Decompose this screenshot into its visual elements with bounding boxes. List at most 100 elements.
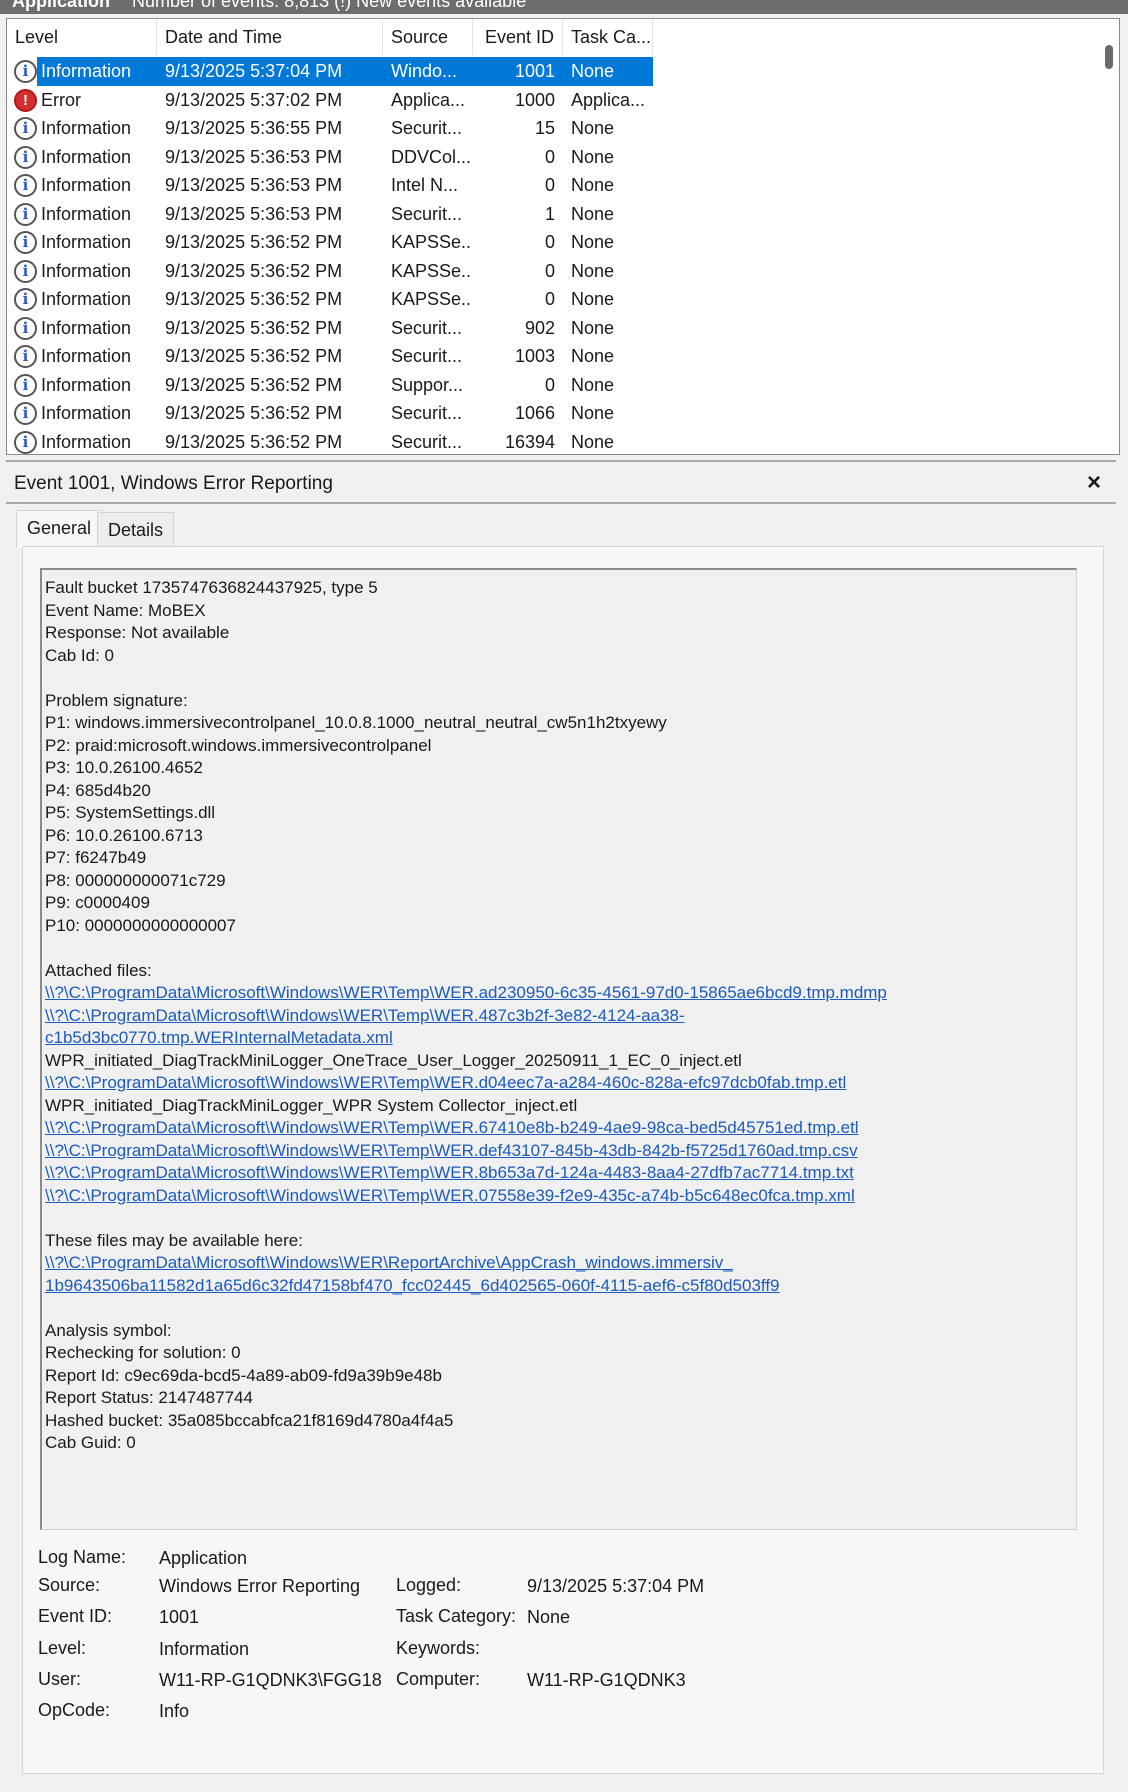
source-cell: KAPSSe... [391, 260, 471, 281]
file-path-link[interactable]: \\?\C:\ProgramData\Microsoft\Windows\WER… [45, 1005, 1076, 1028]
event-id-cell: 1066 [514, 403, 555, 423]
source-cell: Securit... [391, 431, 463, 452]
file-path-link[interactable]: \\?\C:\ProgramData\Microsoft\Windows\WER… [45, 1252, 1076, 1275]
datetime-cell: 9/13/2025 5:36:53 PM [165, 146, 343, 167]
level-cell: Information [41, 203, 132, 224]
event-id-cell: 0 [544, 260, 555, 281]
event-description-box[interactable]: Fault bucket 1735747636824437925, type 5… [40, 568, 1077, 1530]
task-category-cell: None [571, 232, 615, 252]
description-line [45, 667, 1076, 690]
close-icon[interactable]: × [1082, 471, 1106, 496]
datetime-cell: 9/13/2025 5:36:52 PM [165, 431, 343, 452]
table-row[interactable]: i Information 9/13/2025 5:36:55 PM Securit.… [7, 114, 653, 143]
opcode-label: OpCode: [38, 1700, 111, 1720]
file-path-link[interactable]: \\?\C:\ProgramData\Microsoft\Windows\WER… [45, 1140, 1076, 1163]
list-header: Level Date and Time Source Event ID Task… [7, 19, 653, 55]
task-category-cell: None [571, 346, 615, 366]
datetime-cell: 9/13/2025 5:36:52 PM [165, 346, 343, 366]
file-path-link[interactable]: \\?\C:\ProgramData\Microsoft\Windows\WER… [45, 982, 1076, 1005]
event-id-label: Event ID: [38, 1606, 113, 1626]
table-row[interactable]: i Information 9/13/2025 5:36:52 PM Securit.… [7, 428, 653, 455]
task-category-cell: None [571, 289, 615, 309]
table-row[interactable]: i Information 9/13/2025 5:36:52 PM Securit.… [7, 314, 653, 343]
opcode-value: Info [159, 1701, 190, 1721]
table-row[interactable]: i Information 9/13/2025 5:36:53 PM DDVCol..… [7, 143, 653, 172]
event-id-value: 1001 [159, 1607, 200, 1627]
table-row[interactable]: i Information 9/13/2025 5:37:04 PM Windo...… [7, 57, 653, 86]
source-cell: KAPSSe... [391, 289, 471, 309]
table-row[interactable]: i Information 9/13/2025 5:36:52 PM KAPSSe..… [7, 257, 653, 286]
description-line: P5: SystemSettings.dll [45, 803, 216, 822]
file-path-link[interactable]: c1b5d3bc0770.tmp.WERInternalMetadata.xml [45, 1027, 1076, 1050]
event-count-text: Number of events: 8,813 (!) New events a… [132, 0, 527, 11]
tab-general[interactable]: General [16, 510, 103, 548]
event-id-cell: 902 [524, 317, 555, 338]
file-path-link[interactable]: 1b9643506ba11582d1a65d6c32fd47158bf470_f… [45, 1275, 1076, 1298]
log-name-value: Application [159, 1548, 248, 1568]
task-category-cell: None [571, 61, 615, 81]
description-line: These files may be available here: [45, 1230, 303, 1250]
info-icon: i [14, 316, 37, 340]
info-icon: i [14, 430, 37, 454]
file-path-link[interactable]: \\?\C:\ProgramData\Microsoft\Windows\WER… [45, 1117, 1076, 1140]
logged-value: 9/13/2025 5:37:04 PM [527, 1576, 705, 1596]
datetime-cell: 9/13/2025 5:36:52 PM [165, 232, 343, 252]
list-scrollbar-thumb[interactable] [1105, 45, 1113, 69]
keywords-label: Keywords: [396, 1638, 481, 1658]
task-category-cell: None [571, 431, 615, 452]
event-id-cell: 0 [544, 289, 555, 309]
description-line: Analysis symbol: [45, 1320, 172, 1340]
tab-details[interactable]: Details [97, 512, 175, 548]
level-value: Information [159, 1639, 250, 1659]
column-header-date-time[interactable]: Date and Time [157, 19, 383, 55]
detail-title: Event 1001, Windows Error Reporting [14, 473, 333, 494]
description-line: Hashed bucket: 35a085bccabfca21f8169d478… [45, 1410, 454, 1430]
description-line: P7: f6247b49 [45, 848, 147, 867]
table-row[interactable]: i Information 9/13/2025 5:36:52 PM KAPSSe..… [7, 228, 653, 257]
file-path-link[interactable]: \\?\C:\ProgramData\Microsoft\Windows\WER… [45, 1162, 1076, 1185]
event-id-cell: 0 [544, 175, 555, 195]
description-line: WPR_initiated_DiagTrackMiniLogger_OneTra… [45, 1050, 742, 1070]
table-row[interactable]: ! Error 9/13/2025 5:37:02 PM Applica... 1000… [7, 86, 653, 115]
description-line: Problem signature: [45, 690, 188, 710]
description-line: P8: 000000000071c729 [45, 870, 226, 890]
task-category-cell: None [571, 374, 615, 395]
source-cell: Intel N... [391, 175, 459, 195]
source-cell: Securit... [391, 403, 463, 423]
event-properties: Log Name: Application Source: Windows Er… [23, 1537, 1105, 1767]
source-cell: Suppor... [391, 374, 464, 395]
source-cell: Windo... [391, 61, 458, 81]
description-line: Response: Not available [45, 623, 230, 642]
description-line: Rechecking for solution: 0 [45, 1343, 241, 1362]
description-line: Attached files: [45, 960, 152, 980]
info-icon: i [14, 60, 37, 83]
column-header-level[interactable]: Level [7, 19, 157, 55]
level-cell: Information [41, 403, 132, 423]
task-category-cell: None [571, 203, 615, 224]
column-header-source[interactable]: Source [383, 19, 473, 55]
table-row[interactable]: i Information 9/13/2025 5:36:53 PM Securit.… [7, 200, 653, 229]
error-icon: ! [14, 88, 37, 112]
datetime-cell: 9/13/2025 5:36:52 PM [165, 260, 343, 281]
table-row[interactable]: i Information 9/13/2025 5:36:53 PM Intel N.… [7, 171, 653, 200]
level-cell: Information [41, 346, 132, 366]
description-line: P2: praid:microsoft.windows.immersivecon… [45, 735, 432, 755]
description-line: Cab Guid: 0 [45, 1433, 136, 1452]
column-header-task-category[interactable]: Task Ca... [563, 19, 653, 55]
user-label: User: [38, 1669, 82, 1689]
source-cell: Securit... [391, 118, 463, 138]
info-icon: i [14, 402, 37, 425]
task-category-cell: None [571, 317, 615, 338]
file-path-link[interactable]: \\?\C:\ProgramData\Microsoft\Windows\WER… [45, 1185, 1076, 1208]
description-line [45, 1297, 1076, 1320]
table-row[interactable]: i Information 9/13/2025 5:36:52 PM Suppor..… [7, 371, 653, 400]
table-row[interactable]: i Information 9/13/2025 5:36:52 PM Securit.… [7, 342, 653, 371]
computer-value: W11-RP-G1QDNK3 [527, 1670, 686, 1690]
table-row[interactable]: i Information 9/13/2025 5:36:52 PM Securit.… [7, 399, 653, 428]
column-header-event-id[interactable]: Event ID [473, 19, 563, 55]
file-path-link[interactable]: \\?\C:\ProgramData\Microsoft\Windows\WER… [45, 1072, 1076, 1095]
info-icon: i [14, 145, 37, 169]
event-list[interactable]: Level Date and Time Source Event ID Task… [6, 18, 1120, 455]
table-row[interactable]: i Information 9/13/2025 5:36:52 PM KAPSSe..… [7, 285, 653, 314]
source-cell: Applica... [391, 89, 466, 110]
